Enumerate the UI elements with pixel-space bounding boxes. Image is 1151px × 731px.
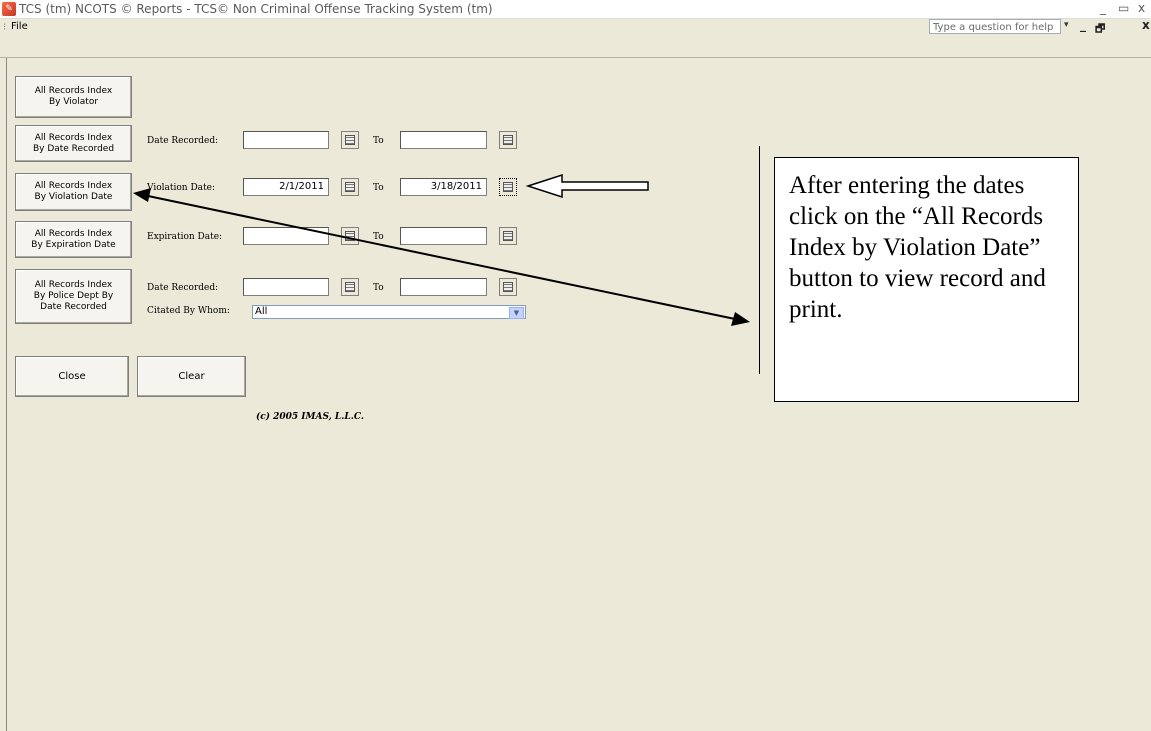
arrowhead-left-icon (133, 188, 151, 202)
arrowhead-right-icon (731, 312, 750, 326)
annotation-arrows (133, 173, 750, 326)
hollow-arrow-icon (525, 173, 649, 199)
pointer-arrow-line (147, 195, 736, 320)
